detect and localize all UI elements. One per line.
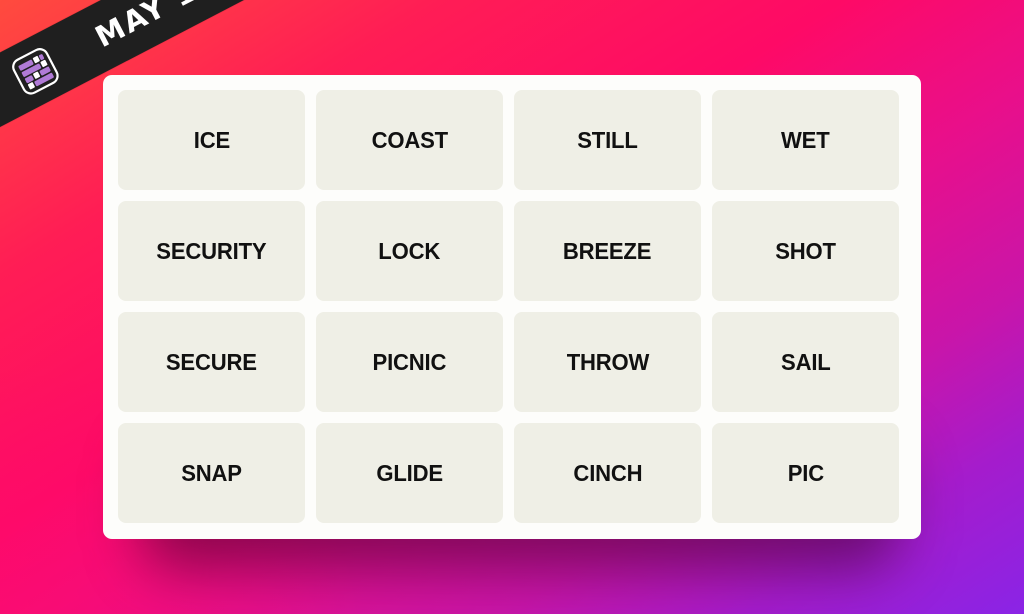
- word-tile[interactable]: SECURITY: [118, 201, 305, 301]
- word-tile[interactable]: LOCK: [316, 201, 503, 301]
- word-tile-label: BREEZE: [563, 237, 652, 264]
- word-tile[interactable]: STILL: [514, 90, 701, 190]
- word-board-panel: ICE COAST STILL WET SECURITY LOCK BREEZE…: [103, 75, 921, 539]
- word-tile[interactable]: SNAP: [118, 423, 305, 523]
- word-tile[interactable]: PIC: [712, 423, 899, 523]
- connections-grid-icon: [8, 44, 62, 98]
- word-tile[interactable]: PICNIC: [316, 312, 503, 412]
- word-tile-label: SECURITY: [156, 237, 267, 264]
- word-tile[interactable]: GLIDE: [316, 423, 503, 523]
- word-tile-label: PIC: [787, 459, 824, 486]
- word-tile[interactable]: THROW: [514, 312, 701, 412]
- word-tile-label: SAIL: [780, 348, 831, 375]
- word-tile-label: PICNIC: [372, 348, 447, 375]
- word-tile-label: SHOT: [775, 237, 836, 264]
- word-tile-label: ICE: [193, 126, 230, 153]
- word-tile-label: SNAP: [181, 459, 242, 486]
- word-tile-label: COAST: [371, 126, 448, 153]
- word-tile-label: GLIDE: [376, 459, 443, 486]
- word-grid: ICE COAST STILL WET SECURITY LOCK BREEZE…: [118, 90, 900, 523]
- word-tile[interactable]: SECURE: [118, 312, 305, 412]
- word-tile-label: THROW: [566, 348, 649, 375]
- word-tile-label: CINCH: [573, 459, 642, 486]
- banner-date-label: MAY 16: [89, 0, 223, 55]
- word-tile-label: STILL: [577, 126, 638, 153]
- word-tile[interactable]: BREEZE: [514, 201, 701, 301]
- word-tile[interactable]: ICE: [118, 90, 305, 190]
- word-tile[interactable]: CINCH: [514, 423, 701, 523]
- word-tile[interactable]: SHOT: [712, 201, 899, 301]
- word-tile[interactable]: COAST: [316, 90, 503, 190]
- word-tile[interactable]: SAIL: [712, 312, 899, 412]
- word-tile-label: WET: [781, 126, 830, 153]
- word-tile-label: LOCK: [378, 237, 441, 264]
- word-tile-label: SECURE: [166, 348, 257, 375]
- word-tile[interactable]: WET: [712, 90, 899, 190]
